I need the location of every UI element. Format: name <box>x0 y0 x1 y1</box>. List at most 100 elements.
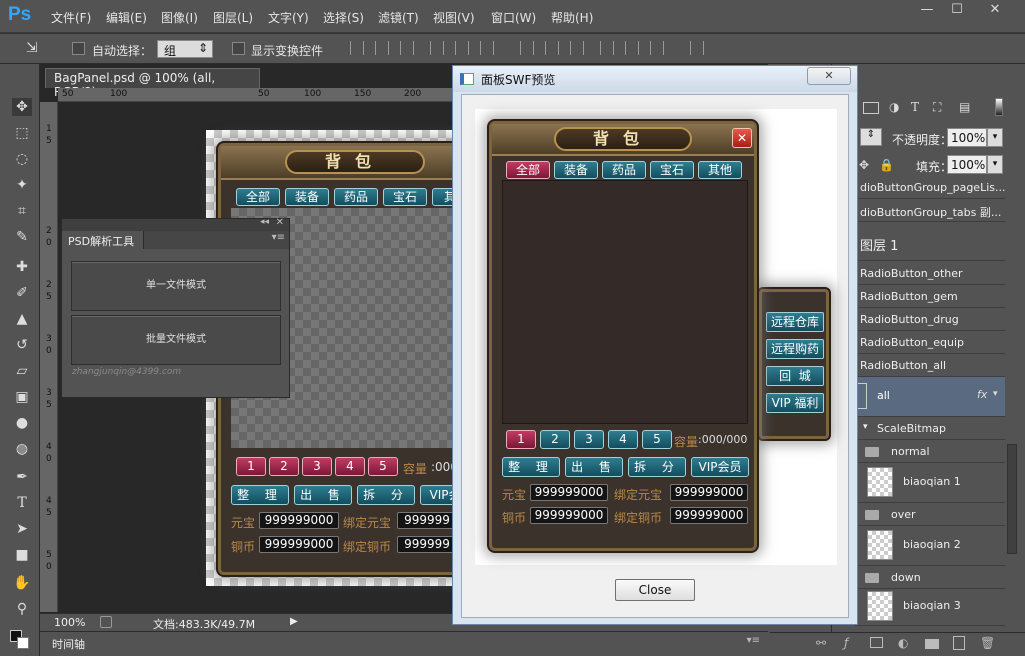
tab-drug[interactable]: 药品 <box>334 188 378 206</box>
layer-row[interactable]: dioButtonGroup_pageLis... <box>855 176 1005 199</box>
link-layers-icon[interactable]: ⚯ <box>816 636 826 650</box>
close-button[interactable]: Close <box>615 579 695 601</box>
timeline-menu-icon[interactable]: ▾≡ <box>747 635 760 646</box>
pen-tool-icon[interactable]: ✒ <box>12 468 32 486</box>
adjustment-layer-icon[interactable]: ◐ <box>898 636 908 650</box>
swf-tab-other[interactable]: 其他 <box>698 161 742 179</box>
auto-select-dropdown[interactable]: 组 ⇕ <box>157 40 213 58</box>
single-file-mode-button[interactable]: 单一文件模式 <box>71 261 281 311</box>
sort-button[interactable]: 整 理 <box>231 485 289 505</box>
image-filter-icon[interactable] <box>863 102 879 114</box>
new-layer-icon[interactable] <box>953 636 965 650</box>
menu-view[interactable]: 视图(V) <box>433 9 475 26</box>
shape-tool-icon[interactable]: ■ <box>12 546 32 564</box>
eraser-tool-icon[interactable]: ▱ <box>12 362 32 380</box>
split-button[interactable]: 拆 分 <box>357 485 415 505</box>
align-left-icon[interactable] <box>430 41 444 55</box>
layers-scrollbar[interactable] <box>1007 444 1017 554</box>
eyedropper-icon[interactable]: ✎ <box>12 228 32 246</box>
background-color-swatch[interactable] <box>17 637 29 649</box>
collapse-icon[interactable]: ◂◂ <box>260 217 269 227</box>
swf-vip-button[interactable]: VIP会员 <box>691 457 749 477</box>
blur-tool-icon[interactable]: ● <box>12 414 32 432</box>
page-2[interactable]: 2 <box>269 457 299 476</box>
page-1[interactable]: 1 <box>236 457 266 476</box>
path-select-icon[interactable]: ➤ <box>12 520 32 538</box>
lasso-tool-icon[interactable]: ◌ <box>12 150 32 168</box>
expand-effects-icon[interactable]: ▾ <box>993 389 998 399</box>
type-filter-icon[interactable]: T <box>911 100 919 114</box>
tab-equip[interactable]: 装备 <box>285 188 329 206</box>
fill-input[interactable]: 100% <box>947 155 987 174</box>
layer-row[interactable]: RadioButton_all <box>855 354 1005 377</box>
swf-tab-all[interactable]: 全部 <box>506 161 550 179</box>
vip-welfare-button[interactable]: VIP 福利 <box>766 393 824 413</box>
layer-row[interactable]: biaoqian 2 <box>855 526 1005 566</box>
auto-align-icon[interactable] <box>690 41 704 55</box>
align-hcenter-icon[interactable] <box>455 41 469 55</box>
move-tool-icon[interactable]: ✥ <box>12 98 32 116</box>
menu-type[interactable]: 文字(Y) <box>268 9 309 26</box>
menu-layer[interactable]: 图层(L) <box>213 9 253 26</box>
align-right-icon[interactable] <box>480 41 494 55</box>
crop-tool-icon[interactable]: ⌗ <box>12 202 32 220</box>
layer-row-selected[interactable]: all fx ▾ <box>855 377 1005 417</box>
history-brush-icon[interactable]: ↺ <box>12 336 32 354</box>
timeline-tab[interactable]: 时间轴 <box>52 636 85 652</box>
shape-filter-icon[interactable]: ⛶ <box>933 100 941 115</box>
menu-file[interactable]: 文件(F) <box>51 9 91 26</box>
gradient-tool-icon[interactable]: ▣ <box>12 388 32 406</box>
show-transform-checkbox[interactable] <box>232 42 245 55</box>
add-style-icon[interactable]: ƒ <box>844 636 848 650</box>
remote-buy-drug-button[interactable]: 远程购药 <box>766 339 824 359</box>
distribute-hcenter-icon[interactable] <box>625 41 639 55</box>
layer-group-row[interactable]: normal <box>855 440 1005 463</box>
layer-row[interactable]: biaoqian 1 <box>855 463 1005 503</box>
swf-page-5[interactable]: 5 <box>642 430 672 449</box>
swf-page-2[interactable]: 2 <box>540 430 570 449</box>
adjust-filter-icon[interactable]: ◑ <box>889 100 899 114</box>
tab-gem[interactable]: 宝石 <box>383 188 427 206</box>
menu-filter[interactable]: 滤镜(T) <box>378 9 419 26</box>
swf-page-4[interactable]: 4 <box>608 430 638 449</box>
menu-help[interactable]: 帮助(H) <box>551 9 593 26</box>
layer-row[interactable]: biaoqian 3 <box>855 588 1005 626</box>
align-top-icon[interactable] <box>350 41 364 55</box>
layer-row[interactable]: RadioButton_drug <box>855 308 1005 331</box>
lock-position-icon[interactable]: ✥ <box>859 158 869 172</box>
align-bottom-icon[interactable] <box>400 41 414 55</box>
layer-row[interactable]: RadioButton_other <box>855 262 1005 285</box>
swf-tab-gem[interactable]: 宝石 <box>650 161 694 179</box>
distribute-left-icon[interactable] <box>600 41 614 55</box>
close-window-button[interactable]: ✕ <box>980 0 1010 20</box>
status-arrow-icon[interactable]: ▶ <box>290 616 298 627</box>
hand-tool-icon[interactable]: ✋ <box>12 574 32 592</box>
swf-sort-button[interactable]: 整 理 <box>502 457 560 477</box>
remote-warehouse-button[interactable]: 远程仓库 <box>766 312 824 332</box>
menu-image[interactable]: 图像(I) <box>161 9 198 26</box>
tab-all[interactable]: 全部 <box>236 188 280 206</box>
layer-row[interactable]: dioButtonGroup_tabs 副... <box>855 199 1005 222</box>
lock-all-icon[interactable]: 🔒 <box>879 158 894 172</box>
page-3[interactable]: 3 <box>302 457 332 476</box>
return-city-button[interactable]: 回 城 <box>766 366 824 386</box>
swf-page-3[interactable]: 3 <box>574 430 604 449</box>
filter-toggle-icon[interactable] <box>995 98 1003 116</box>
menu-edit[interactable]: 编辑(E) <box>106 9 147 26</box>
dodge-tool-icon[interactable]: ◍ <box>12 440 32 458</box>
brush-tool-icon[interactable]: ✐ <box>12 284 32 302</box>
page-5[interactable]: 5 <box>368 457 398 476</box>
swf-close-icon[interactable]: ✕ <box>732 128 752 148</box>
menu-select[interactable]: 选择(S) <box>323 9 364 26</box>
swf-tab-drug[interactable]: 药品 <box>602 161 646 179</box>
layer-group-row[interactable]: down <box>855 566 1005 589</box>
stamp-tool-icon[interactable]: ▲ <box>12 310 32 328</box>
distribute-right-icon[interactable] <box>650 41 664 55</box>
panel-menu-icon[interactable]: ▾≡ <box>272 232 285 243</box>
add-mask-icon[interactable] <box>870 637 883 648</box>
layer-group-row[interactable]: over <box>855 503 1005 526</box>
smart-filter-icon[interactable]: ▤ <box>959 100 970 114</box>
swf-page-1[interactable]: 1 <box>506 430 536 449</box>
psd-tool-tab[interactable]: PSD解析工具 <box>62 231 144 249</box>
distribute-bottom-icon[interactable] <box>570 41 584 55</box>
